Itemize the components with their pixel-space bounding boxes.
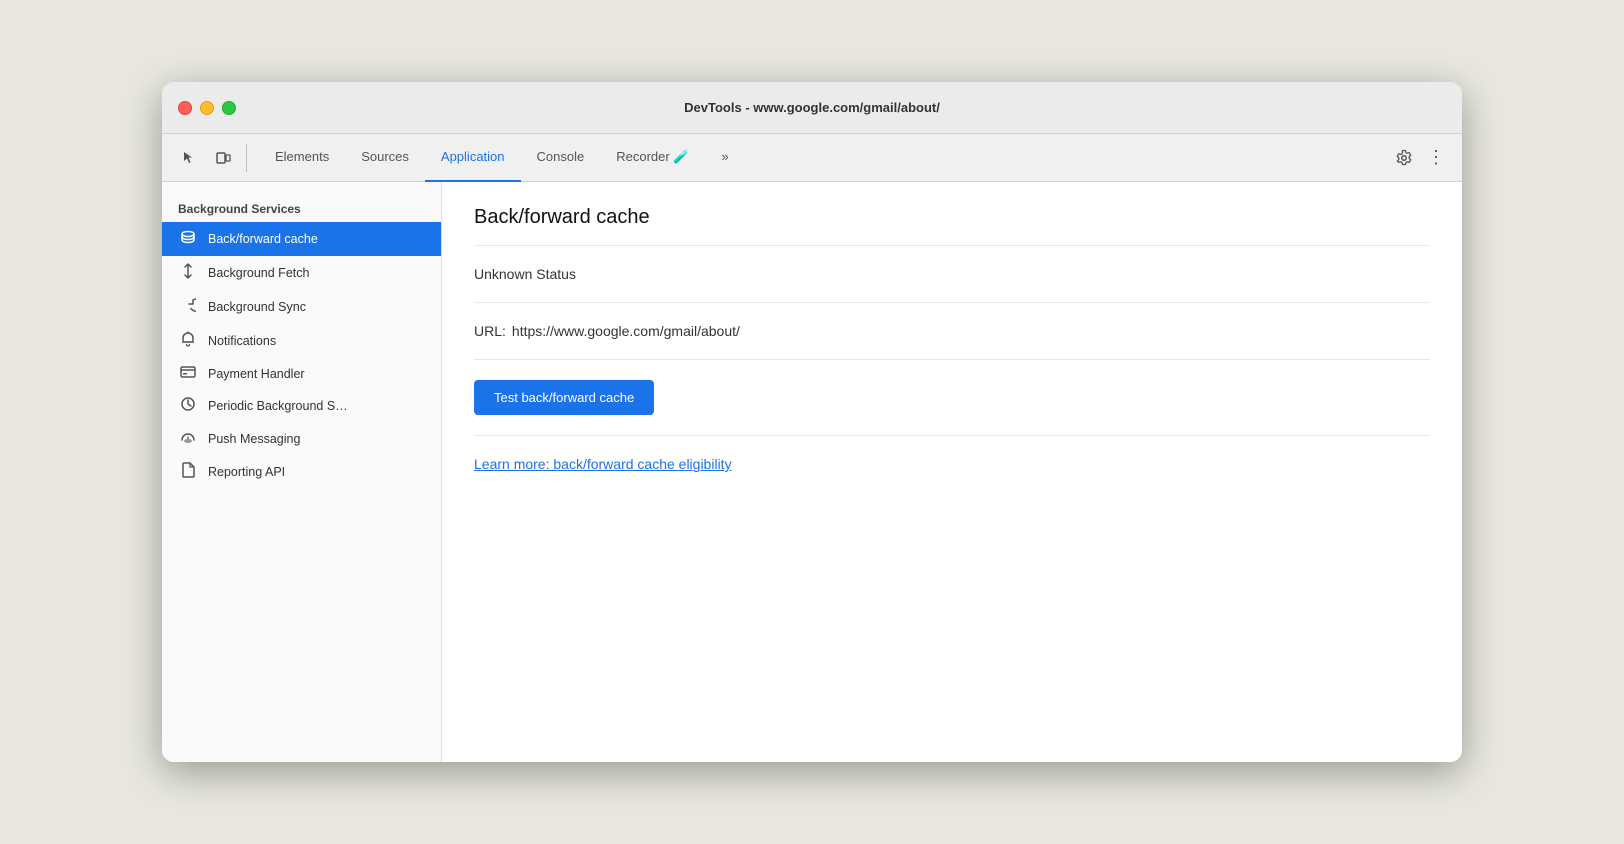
payment-handler-icon xyxy=(178,365,198,382)
sidebar-item-label: Background Fetch xyxy=(208,266,309,280)
close-button[interactable] xyxy=(178,101,192,115)
sidebar: Background Services Back/forward cache xyxy=(162,182,442,762)
url-value: https://www.google.com/gmail/about/ xyxy=(512,323,740,339)
sidebar-item-back-forward-cache[interactable]: Back/forward cache xyxy=(162,222,441,256)
toolbar-divider xyxy=(246,144,247,172)
content-title: Back/forward cache xyxy=(474,206,1430,246)
settings-icon-button[interactable] xyxy=(1390,144,1418,172)
push-messaging-icon xyxy=(178,430,198,448)
sidebar-item-reporting-api[interactable]: Reporting API xyxy=(162,455,441,489)
status-section: Unknown Status xyxy=(474,246,1430,303)
url-section: URL: https://www.google.com/gmail/about/ xyxy=(474,303,1430,360)
learn-more-section: Learn more: back/forward cache eligibili… xyxy=(474,436,1430,494)
cursor-icon-button[interactable] xyxy=(174,143,204,173)
background-sync-icon xyxy=(178,297,198,317)
devtools-window: DevTools - www.google.com/gmail/about/ E… xyxy=(162,82,1462,762)
title-bar: DevTools - www.google.com/gmail/about/ xyxy=(162,82,1462,134)
fullscreen-button[interactable] xyxy=(222,101,236,115)
sidebar-item-background-fetch[interactable]: Background Fetch xyxy=(162,256,441,290)
reporting-api-icon xyxy=(178,462,198,482)
tab-more[interactable]: » xyxy=(705,134,744,182)
main-area: Background Services Back/forward cache xyxy=(162,182,1462,762)
notifications-icon xyxy=(178,331,198,351)
sidebar-item-label: Notifications xyxy=(208,334,276,348)
content-panel: Back/forward cache Unknown Status URL: h… xyxy=(442,182,1462,762)
sidebar-item-label: Push Messaging xyxy=(208,432,300,446)
sidebar-section-title: Background Services xyxy=(162,194,441,222)
sidebar-item-label: Payment Handler xyxy=(208,367,305,381)
tab-recorder[interactable]: Recorder 🧪 xyxy=(600,134,705,182)
sidebar-item-push-messaging[interactable]: Push Messaging xyxy=(162,423,441,455)
traffic-lights xyxy=(178,101,236,115)
tab-elements[interactable]: Elements xyxy=(259,134,345,182)
periodic-background-sync-icon xyxy=(178,396,198,416)
test-back-forward-cache-button[interactable]: Test back/forward cache xyxy=(474,380,654,415)
url-label: URL: xyxy=(474,323,506,339)
background-fetch-icon xyxy=(178,263,198,283)
learn-more-link[interactable]: Learn more: back/forward cache eligibili… xyxy=(474,456,732,472)
status-text: Unknown Status xyxy=(474,266,1430,282)
back-forward-cache-icon xyxy=(178,229,198,249)
url-row: URL: https://www.google.com/gmail/about/ xyxy=(474,323,1430,339)
more-options-icon-button[interactable]: ⋮ xyxy=(1422,144,1450,172)
sidebar-item-label: Back/forward cache xyxy=(208,232,318,246)
sidebar-item-background-sync[interactable]: Background Sync xyxy=(162,290,441,324)
toolbar: Elements Sources Application Console Rec… xyxy=(162,134,1462,182)
sidebar-item-periodic-background-sync[interactable]: Periodic Background S… xyxy=(162,389,441,423)
device-toggle-button[interactable] xyxy=(208,143,238,173)
tab-console[interactable]: Console xyxy=(521,134,601,182)
sidebar-item-label: Periodic Background S… xyxy=(208,399,348,413)
sidebar-item-payment-handler[interactable]: Payment Handler xyxy=(162,358,441,389)
sidebar-item-label: Background Sync xyxy=(208,300,306,314)
sidebar-item-label: Reporting API xyxy=(208,465,285,479)
window-title: DevTools - www.google.com/gmail/about/ xyxy=(684,100,940,115)
minimize-button[interactable] xyxy=(200,101,214,115)
test-button-section: Test back/forward cache xyxy=(474,360,1430,436)
tabs-container: Elements Sources Application Console Rec… xyxy=(259,134,1386,182)
sidebar-item-notifications[interactable]: Notifications xyxy=(162,324,441,358)
tab-sources[interactable]: Sources xyxy=(345,134,425,182)
tab-application[interactable]: Application xyxy=(425,134,521,182)
toolbar-right: ⋮ xyxy=(1390,144,1450,172)
